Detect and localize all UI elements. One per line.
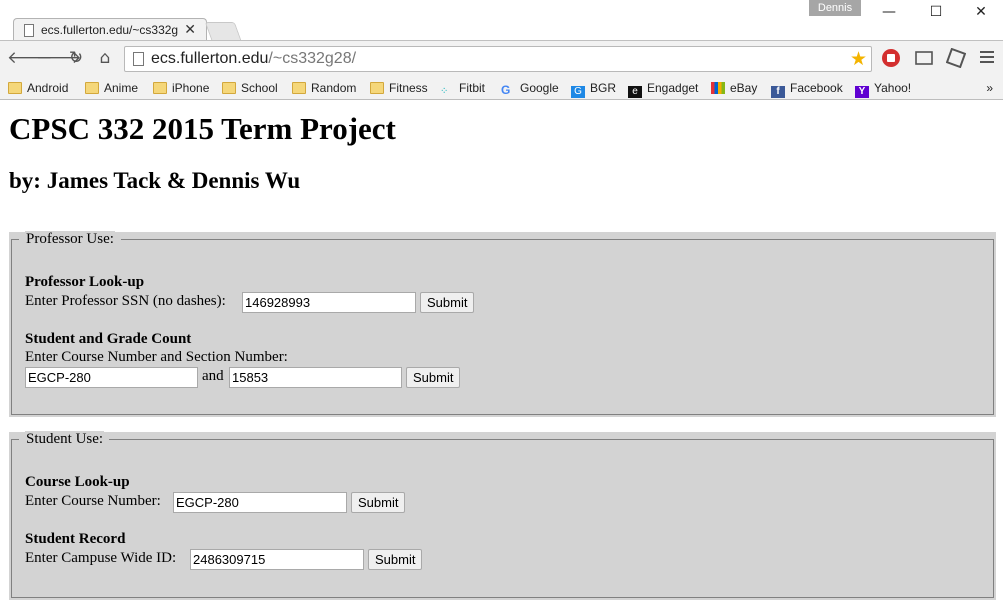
bookmark-label: Anime xyxy=(104,81,139,95)
fieldset-border xyxy=(109,439,994,440)
yahoo-icon: Y xyxy=(855,86,869,98)
browser-tab[interactable]: ecs.fullerton.edu/~cs332g ✕ xyxy=(13,18,207,41)
course-lookup-heading: Course Look-up xyxy=(25,474,130,490)
bookmark-star-icon[interactable]: ★ xyxy=(850,48,867,71)
cwid-input[interactable] xyxy=(190,549,364,570)
bookmark-label: Facebook xyxy=(790,81,843,95)
bookmark-yahoo[interactable]: Y Yahoo! xyxy=(855,79,912,98)
course-lookup-input[interactable] xyxy=(173,492,347,513)
folder-icon xyxy=(85,82,99,94)
fieldset-border xyxy=(121,239,994,240)
folder-icon xyxy=(8,82,22,94)
grade-count-prompt: Enter Course Number and Section Number: xyxy=(25,349,288,365)
fieldset-border xyxy=(11,239,19,240)
bookmark-facebook[interactable]: f Facebook xyxy=(771,79,843,98)
close-window-button[interactable]: ✕ xyxy=(961,0,1001,24)
bookmark-label: Google xyxy=(520,81,559,95)
bookmark-label: Yahoo! xyxy=(874,81,912,95)
bookmark-label: Engadget xyxy=(647,81,699,95)
bookmark-label: eBay xyxy=(730,81,758,95)
tab-close-icon[interactable]: ✕ xyxy=(184,21,196,38)
bookmark-ebay[interactable]: eBay xyxy=(711,79,757,97)
page-title: CPSC 332 2015 Term Project xyxy=(9,111,396,146)
course-lookup-submit-button[interactable]: Submit xyxy=(351,492,406,513)
bookmark-fitness[interactable]: Fitness xyxy=(370,79,428,97)
url-path: /~cs332g28/ xyxy=(268,50,357,67)
bookmark-fitbit[interactable]: ⁘ Fitbit xyxy=(440,79,485,97)
bookmark-random[interactable]: Random xyxy=(292,79,356,97)
folder-icon xyxy=(370,82,384,94)
grade-count-submit-button[interactable]: Submit xyxy=(406,367,461,388)
bookmarks-overflow-button[interactable]: » xyxy=(986,79,993,97)
grade-count-course-input[interactable] xyxy=(25,367,198,388)
ebay-icon xyxy=(711,82,725,94)
folder-icon xyxy=(222,82,236,94)
maximize-button[interactable]: ☐ xyxy=(916,0,956,24)
bookmark-label: Fitness xyxy=(389,81,428,95)
student-record-prompt: Enter Campuse Wide ID: xyxy=(25,550,177,566)
student-record-heading: Student Record xyxy=(25,531,126,547)
bookmark-label: Android xyxy=(27,81,69,95)
folder-icon xyxy=(153,82,167,94)
profile-button[interactable]: Dennis xyxy=(809,0,861,16)
cast-icon[interactable] xyxy=(913,48,935,70)
professor-lookup-heading: Professor Look-up xyxy=(25,274,145,290)
minimize-button[interactable]: — xyxy=(869,0,909,24)
reload-icon[interactable]: ↻ xyxy=(65,47,87,69)
bookmark-label: School xyxy=(241,81,278,95)
professor-ssn-label: Enter Professor SSN (no dashes): xyxy=(25,293,226,309)
bookmark-label: iPhone xyxy=(172,81,210,95)
new-tab-button[interactable] xyxy=(204,22,242,40)
student-section: Student Use: Course Look-up Enter Course… xyxy=(9,431,996,600)
professor-fieldset xyxy=(11,239,994,415)
page-content: CPSC 332 2015 Term Project by: James Tac… xyxy=(0,101,1003,605)
browser-toolbar: 🡐 🡒 ↻ ⌂ ecs.fullerton.edu/~cs332g28/ ★ xyxy=(0,40,1003,76)
bookmark-anime[interactable]: Anime xyxy=(85,79,138,97)
grade-count-section-input[interactable] xyxy=(229,367,402,388)
professor-ssn-input[interactable] xyxy=(242,292,416,313)
bookmark-label: Random xyxy=(311,81,357,95)
bookmark-iphone[interactable]: iPhone xyxy=(153,79,209,97)
grade-count-and-label: and xyxy=(202,368,224,384)
bookmark-google[interactable]: G Google xyxy=(501,79,559,97)
page-icon xyxy=(24,24,34,37)
bgr-icon: G xyxy=(571,86,585,98)
student-record-submit-button[interactable]: Submit xyxy=(368,549,423,570)
bookmark-label: BGR xyxy=(590,81,617,95)
professor-section: Professor Use: Professor Look-up Enter P… xyxy=(9,231,996,417)
bookmark-bgr[interactable]: G BGR xyxy=(571,79,617,98)
stop-extension-icon[interactable] xyxy=(880,48,902,70)
home-icon[interactable]: ⌂ xyxy=(94,47,116,69)
tab-title: ecs.fullerton.edu/~cs332g xyxy=(41,23,179,37)
bookmark-engadget[interactable]: e Engadget xyxy=(628,79,699,98)
google-icon: G xyxy=(501,83,511,97)
url-host: ecs.fullerton.edu xyxy=(151,50,269,67)
bookmark-school[interactable]: School xyxy=(222,79,278,97)
page-subtitle: by: James Tack & Dennis Wu xyxy=(9,168,301,193)
bookmarks-bar: Android Anime iPhone School Random Fitne… xyxy=(0,76,1003,100)
engadget-icon: e xyxy=(628,86,642,98)
facebook-icon: f xyxy=(771,86,785,98)
fieldset-border xyxy=(11,439,19,440)
professor-legend: Professor Use: xyxy=(25,231,115,248)
address-bar[interactable]: ecs.fullerton.edu/~cs332g28/ ★ xyxy=(124,46,872,72)
fitbit-icon: ⁘ xyxy=(440,86,449,97)
menu-icon[interactable] xyxy=(976,48,998,70)
student-legend: Student Use: xyxy=(25,431,105,448)
back-arrow-icon[interactable]: 🡐 xyxy=(7,47,53,69)
page-icon xyxy=(133,52,144,66)
folder-icon xyxy=(292,82,306,94)
student-fieldset xyxy=(11,439,994,598)
bookmark-label: Fitbit xyxy=(459,81,486,95)
grade-count-heading: Student and Grade Count xyxy=(25,331,192,347)
bookmark-android[interactable]: Android xyxy=(8,79,68,97)
forward-arrow-icon[interactable]: 🡒 xyxy=(36,47,82,69)
browser-titlebar: ecs.fullerton.edu/~cs332g ✕ Dennis — ☐ ✕ xyxy=(0,0,1003,41)
course-lookup-prompt: Enter Course Number: xyxy=(25,493,161,509)
professor-lookup-submit-button[interactable]: Submit xyxy=(420,292,475,313)
url-text: ecs.fullerton.edu/~cs332g28/ xyxy=(151,50,356,68)
extension-icon[interactable] xyxy=(945,47,967,70)
